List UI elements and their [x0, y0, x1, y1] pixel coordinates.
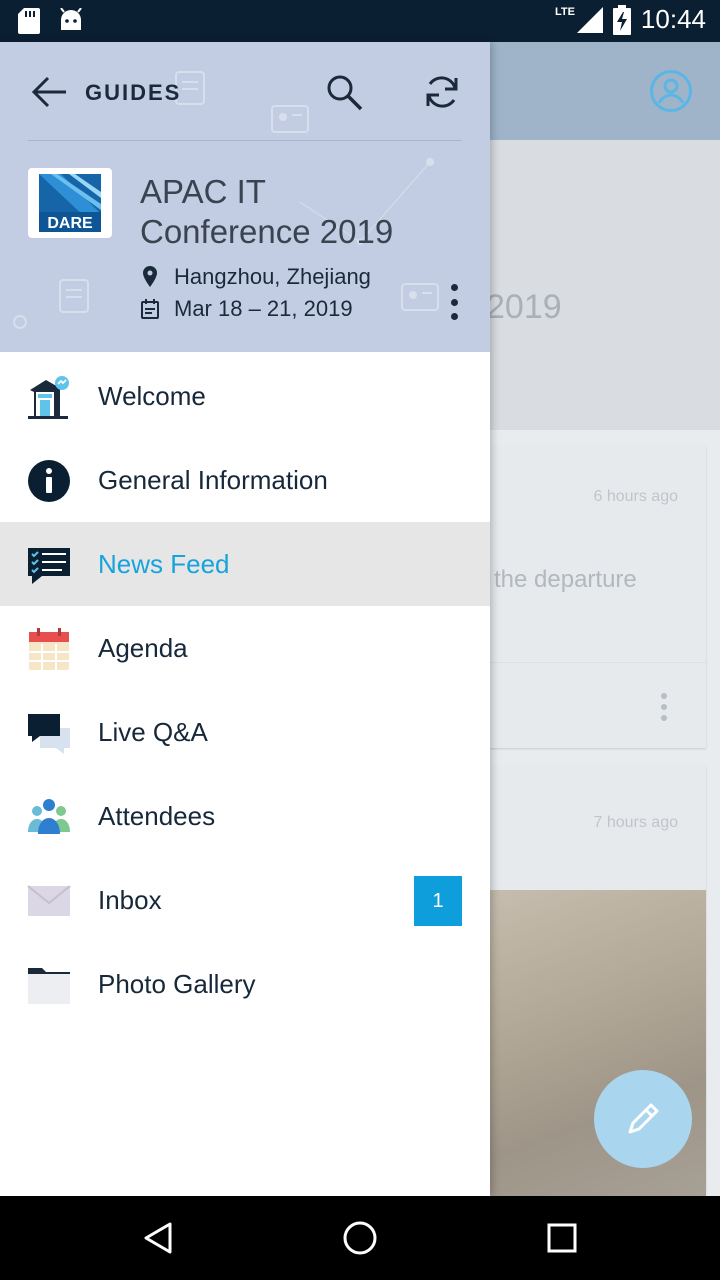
drawer-menu: Welcome General Information News Feed Ag…	[0, 354, 490, 1026]
menu-label: Photo Gallery	[98, 968, 256, 999]
menu-label: Live Q&A	[98, 716, 208, 747]
network-type: LTE	[554, 5, 575, 18]
event-title: APAC IT Conference 2019	[140, 173, 394, 250]
post-text: the departure	[494, 566, 637, 593]
news-feed-icon	[26, 542, 72, 588]
drawer-header: GUIDES DARE APAC IT Conference 2019 Hang…	[0, 42, 490, 352]
notification-icons	[18, 8, 84, 34]
menu-label: Attendees	[98, 800, 216, 831]
menu-item-photo-gallery[interactable]: Photo Gallery	[0, 942, 490, 1026]
menu-item-welcome[interactable]: Welcome	[0, 354, 490, 438]
android-icon	[60, 8, 82, 30]
menu-item-agenda[interactable]: Agenda	[0, 606, 490, 690]
profile-icon[interactable]	[650, 70, 692, 112]
menu-label: General Information	[98, 464, 328, 495]
folder-icon	[26, 962, 72, 1008]
system-navigation-bar	[0, 1196, 720, 1280]
status-bar: LTE 10:44	[0, 0, 720, 42]
more-icon[interactable]	[660, 692, 668, 722]
more-options-icon[interactable]	[444, 284, 464, 320]
search-icon[interactable]	[324, 72, 364, 112]
menu-item-inbox[interactable]: Inbox 1	[0, 858, 490, 942]
header-divider	[28, 140, 462, 141]
menu-item-news-feed[interactable]: News Feed	[0, 522, 490, 606]
menu-label: Inbox	[98, 884, 162, 915]
compose-button[interactable]	[594, 1070, 692, 1168]
battery-charging-icon	[612, 4, 631, 35]
post-time: 7 hours ago	[593, 814, 678, 831]
navigation-drawer: GUIDES DARE APAC IT Conference 2019 Hang…	[0, 42, 490, 1196]
menu-label: News Feed	[98, 548, 230, 579]
calendar-icon	[26, 626, 72, 672]
location-text: Hangzhou, Zhejiang	[174, 264, 371, 289]
logo-text: DARE	[47, 215, 93, 232]
recents-icon[interactable]	[540, 1216, 584, 1260]
hero-year-text: 2019	[486, 288, 562, 326]
chat-bubbles-icon	[26, 710, 72, 756]
sd-card-icon	[18, 8, 40, 34]
menu-label: Agenda	[98, 632, 188, 663]
event-location: Hangzhou, Zhejiang	[140, 264, 371, 290]
people-icon	[26, 794, 72, 840]
calendar-small-icon	[141, 299, 159, 319]
back-arrow-icon[interactable]	[28, 72, 68, 112]
menu-label: Welcome	[98, 380, 206, 411]
info-icon	[26, 458, 72, 504]
envelope-icon	[26, 878, 72, 924]
drawer-top-bar: GUIDES	[0, 42, 490, 140]
clock: 10:44	[640, 4, 706, 34]
back-icon[interactable]	[136, 1216, 180, 1260]
menu-item-general-information[interactable]: General Information	[0, 438, 490, 522]
post-time: 6 hours ago	[593, 488, 678, 505]
location-pin-icon	[143, 266, 157, 287]
unread-badge: 1	[414, 876, 462, 926]
menu-item-live-qa[interactable]: Live Q&A	[0, 690, 490, 774]
event-dates: Mar 18 – 21, 2019	[140, 296, 353, 322]
welcome-house-icon	[26, 374, 72, 420]
menu-item-attendees[interactable]: Attendees	[0, 774, 490, 858]
dates-text: Mar 18 – 21, 2019	[174, 296, 353, 321]
refresh-icon[interactable]	[422, 72, 462, 112]
home-icon[interactable]	[338, 1216, 382, 1260]
pencil-icon	[628, 1103, 659, 1134]
guides-link[interactable]: GUIDES	[85, 80, 181, 106]
event-logo: DARE	[28, 168, 112, 238]
signal-icon	[576, 6, 603, 33]
